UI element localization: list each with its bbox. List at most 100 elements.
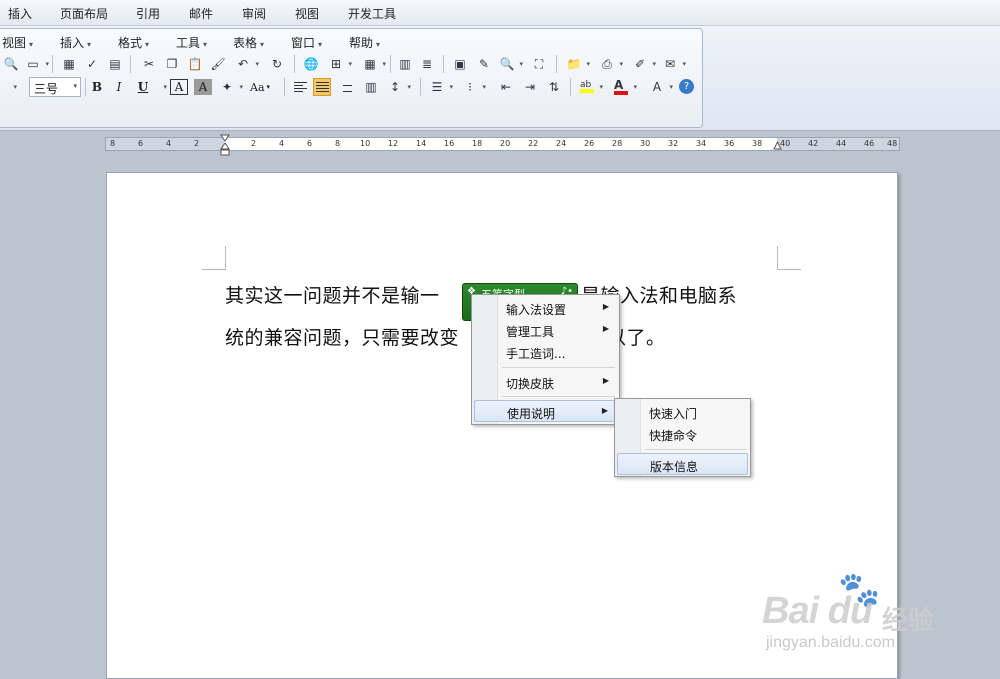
distributed-icon[interactable]: ▥ bbox=[362, 78, 380, 96]
menu-format-label: 格式 bbox=[118, 36, 143, 50]
fullscreen-icon[interactable]: ⛶ bbox=[530, 55, 548, 73]
menu-format[interactable]: 格式 ▾ bbox=[118, 34, 149, 51]
cut-icon[interactable]: ✂ bbox=[140, 55, 158, 73]
columns-icon[interactable]: ▥ bbox=[396, 55, 414, 73]
italic-button[interactable]: I bbox=[110, 78, 128, 96]
print-preview-icon[interactable]: 🔍 bbox=[2, 55, 20, 73]
highlight-swatch: ab bbox=[580, 81, 594, 93]
decrease-indent-icon[interactable]: ⇤ bbox=[497, 78, 515, 96]
menu-item-instructions[interactable]: 使用说明 ▶ bbox=[474, 400, 617, 422]
submenu-arrow-icon: ▶ bbox=[602, 324, 609, 333]
tab-review[interactable]: 审阅 bbox=[242, 5, 266, 22]
ruler-tick: 30 bbox=[640, 139, 651, 148]
menu-help[interactable]: 帮助 ▾ bbox=[349, 34, 380, 51]
align-center-icon[interactable] bbox=[338, 78, 356, 96]
tab-page-layout[interactable]: 页面布局 bbox=[60, 5, 108, 22]
ruler-tick: 46 bbox=[864, 139, 875, 148]
ruler-tick: 26 bbox=[584, 139, 595, 148]
spelling-icon[interactable]: ✓ bbox=[83, 55, 101, 73]
sort-icon[interactable]: ⇅ bbox=[545, 78, 563, 96]
increase-indent-icon[interactable]: ⇥ bbox=[521, 78, 539, 96]
bold-button[interactable]: B bbox=[88, 78, 106, 96]
copy-icon[interactable]: ❐ bbox=[163, 55, 181, 73]
zoom-icon[interactable]: 🔍 bbox=[498, 55, 523, 73]
tab-insert[interactable]: 插入 bbox=[8, 5, 32, 22]
right-indent-marker-icon[interactable] bbox=[773, 141, 782, 150]
ruler-tick: 14 bbox=[416, 139, 427, 148]
font-color-icon[interactable]: A bbox=[612, 78, 637, 96]
line-spacing-icon[interactable]: ↕ bbox=[386, 78, 411, 96]
justify-icon[interactable] bbox=[313, 78, 331, 96]
underline-style-dropdown-icon[interactable] bbox=[150, 78, 167, 96]
menu-item-label: 使用说明 bbox=[507, 407, 556, 421]
chevron-down-icon: ▾ bbox=[266, 83, 271, 91]
toolbar-separator bbox=[130, 55, 131, 73]
ruler-tick: 48 bbox=[887, 139, 898, 148]
align-lines bbox=[341, 82, 354, 92]
bullets-icon[interactable]: ⁝ bbox=[461, 78, 486, 96]
menu-item-ime-settings[interactable]: 输入法设置 ▶ bbox=[474, 297, 617, 319]
chevron-down-icon: ▾ bbox=[73, 82, 77, 90]
chevron-down-icon: ▾ bbox=[145, 40, 150, 49]
paste-icon[interactable]: 📋 bbox=[186, 55, 204, 73]
menu-table[interactable]: 表格 ▾ bbox=[233, 34, 264, 51]
highlight-icon[interactable]: ab bbox=[578, 78, 603, 96]
font-size-value: 三号 bbox=[34, 82, 59, 96]
undo-icon[interactable]: ↶ bbox=[234, 55, 259, 73]
tab-mailings[interactable]: 邮件 bbox=[189, 5, 213, 22]
tab-developer[interactable]: 开发工具 bbox=[348, 5, 396, 22]
help-icon[interactable]: ? bbox=[679, 79, 694, 94]
open-icon[interactable]: ▭ bbox=[24, 55, 49, 73]
change-case-button[interactable]: Aa ▾ bbox=[250, 78, 270, 96]
menu-item-manage-tools[interactable]: 管理工具 ▶ bbox=[474, 319, 617, 341]
ruler-left-margin bbox=[106, 138, 224, 150]
menu-item-shortcuts[interactable]: 快捷命令 bbox=[617, 423, 748, 445]
ribbon-tab-bar: 插入 页面布局 引用 邮件 审阅 视图 开发工具 bbox=[0, 0, 1000, 26]
menu-insert[interactable]: 插入 ▾ bbox=[60, 34, 91, 51]
tab-references[interactable]: 引用 bbox=[136, 5, 160, 22]
print-icon[interactable]: ⎙ bbox=[598, 55, 623, 73]
hyperlink-icon[interactable]: 🌐 bbox=[302, 55, 320, 73]
toolbar-separator bbox=[556, 55, 557, 73]
crop-mark-top-left bbox=[202, 246, 226, 270]
crop-mark-top-right bbox=[777, 246, 801, 270]
font-size-combo[interactable]: 三号 ▾ bbox=[29, 77, 81, 97]
standard-toolbar: 🔍 ▭ ▦ ✓ ▤ ✂ ❐ 📋 🖌 ↶ ↻ 🌐 ⊞ ▦ ▥ ≣ ▣ ✎ 🔍 ⛶ … bbox=[0, 53, 700, 75]
ruler-tick: 6 bbox=[138, 139, 144, 148]
edit-icon[interactable]: ✐ bbox=[631, 55, 656, 73]
menu-item-switch-skin[interactable]: 切换皮肤 ▶ bbox=[474, 371, 617, 393]
menu-item-quick-start[interactable]: 快速入门 bbox=[617, 401, 748, 423]
menu-view[interactable]: 视图 ▾ bbox=[2, 34, 33, 51]
ruler-tick: 2 bbox=[251, 139, 257, 148]
drawing-icon[interactable]: ✎ bbox=[475, 55, 493, 73]
format-painter-icon[interactable]: 🖌 bbox=[209, 55, 227, 73]
redo-icon[interactable]: ↻ bbox=[268, 55, 286, 73]
envelope-icon[interactable]: ✉ bbox=[661, 55, 686, 73]
reading-mode-icon[interactable]: ▣ bbox=[451, 55, 469, 73]
menu-item-version-info[interactable]: 版本信息 bbox=[617, 453, 748, 475]
text-effects-icon[interactable]: A bbox=[648, 78, 673, 96]
ruler-tick: 20 bbox=[500, 139, 511, 148]
ruler-tick: 42 bbox=[808, 139, 819, 148]
research-icon[interactable]: ▦ bbox=[60, 55, 78, 73]
indent-marker-icon[interactable] bbox=[220, 134, 230, 156]
numbering-icon[interactable]: ☰ bbox=[428, 78, 453, 96]
font-name-dropdown-icon[interactable] bbox=[0, 78, 17, 96]
tab-view[interactable]: 视图 bbox=[295, 5, 319, 22]
insert-table-icon[interactable]: ▦ bbox=[361, 55, 386, 73]
borders-icon[interactable]: ⊞ bbox=[327, 55, 352, 73]
char-border-button[interactable]: A bbox=[170, 79, 188, 95]
align-left-icon[interactable] bbox=[291, 78, 309, 96]
document-page[interactable]: 其实这一问题并不是输一 只是输入法和电脑系 统的兼容问题，只需要改变 以了。 bbox=[106, 172, 898, 679]
text-effect-icon[interactable]: ✦ bbox=[218, 78, 243, 96]
menu-item-manual-word[interactable]: 手工造词... bbox=[474, 341, 617, 363]
menu-window[interactable]: 窗口 ▾ bbox=[291, 34, 322, 51]
library-icon[interactable]: ▤ bbox=[106, 55, 124, 73]
ruler-tick: 22 bbox=[528, 139, 539, 148]
chevron-down-icon: ▾ bbox=[260, 40, 265, 49]
menu-tools[interactable]: 工具 ▾ bbox=[176, 34, 207, 51]
menu-divider bbox=[645, 449, 746, 450]
text-direction-icon[interactable]: ≣ bbox=[418, 55, 436, 73]
char-shading-button[interactable]: A bbox=[194, 79, 212, 95]
folder-icon[interactable]: 📁 bbox=[565, 55, 590, 73]
